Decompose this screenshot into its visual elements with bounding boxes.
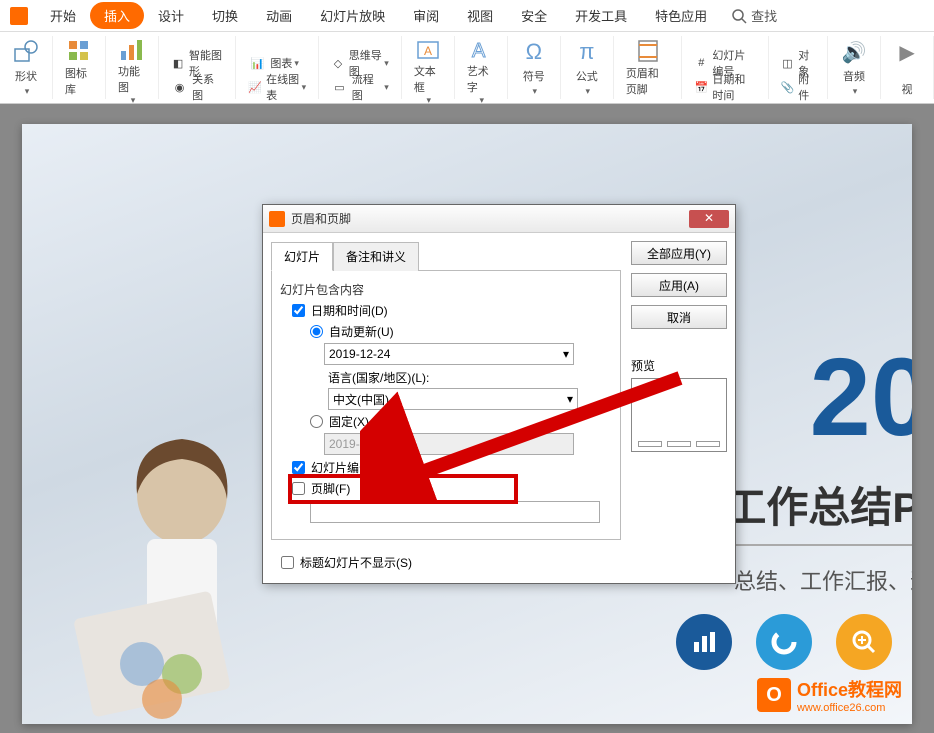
video-button[interactable]: ▶ 视 <box>889 36 925 99</box>
onlinechart-icon: 📈 <box>248 78 262 96</box>
slidenum-icon: # <box>694 54 708 72</box>
dialog-title-text: 页眉和页脚 <box>291 210 689 227</box>
relation-button[interactable]: ◉关系图 <box>167 76 227 98</box>
slidenum-checkbox[interactable] <box>292 461 305 474</box>
tab-view[interactable]: 视图 <box>453 0 507 31</box>
lang-label: 语言(国家/地区)(L): <box>328 369 612 386</box>
attach-icon: 📎 <box>781 78 795 96</box>
preview-label: 预览 <box>631 357 727 374</box>
chevron-down-icon: ▾ <box>563 347 569 361</box>
shapes-button[interactable]: 形状▾ <box>8 36 44 99</box>
apply-button[interactable]: 应用(A) <box>631 273 727 297</box>
attach-button[interactable]: 📎附件 <box>777 76 819 98</box>
funcchart-button[interactable]: 功能图▾ <box>114 35 150 99</box>
dialog-titlebar[interactable]: 页眉和页脚 ✕ <box>263 205 735 233</box>
tab-design[interactable]: 设计 <box>144 0 198 31</box>
watermark: O Office教程网 www.office26.com <box>757 676 902 714</box>
slide-icon-row <box>676 614 892 670</box>
fixed-radio[interactable] <box>310 415 323 428</box>
svg-text:A: A <box>424 44 432 58</box>
footer-checkbox[interactable] <box>292 482 305 495</box>
iconlib-icon <box>65 37 93 65</box>
hide-title-checkbox-row[interactable]: 标题幻灯片不显示(S) <box>281 554 621 571</box>
lang-select[interactable]: 中文(中国) ▾ <box>328 388 578 410</box>
search-icon <box>731 8 747 24</box>
datetime-checkbox-row[interactable]: 日期和时间(D) <box>292 302 612 319</box>
dialog-panel: 幻灯片包含内容 日期和时间(D) 自动更新(U) 2019-12-24 ▾ 语言… <box>271 270 621 540</box>
slide-subtitle: 工作总结PI <box>724 474 912 535</box>
headerfooter-icon <box>634 37 662 65</box>
ribbon-toolbar: 形状▾ 图标库 功能图▾ ◧智能图形 ◉关系图 📊图表▾ 📈在线图表▾ ◇思维导… <box>0 32 934 104</box>
relation-icon: ◉ <box>171 78 188 96</box>
chevron-down-icon: ▾ <box>567 392 573 406</box>
bar-chart-icon <box>676 614 732 670</box>
fixed-date-input: 2019-12-24 <box>324 433 574 455</box>
tab-devtools[interactable]: 开发工具 <box>561 0 641 31</box>
ribbon-tabs: 开始 插入 设计 切换 动画 幻灯片放映 审阅 视图 安全 开发工具 特色应用 … <box>0 0 934 32</box>
date-select[interactable]: 2019-12-24 ▾ <box>324 343 574 365</box>
shapes-icon <box>12 38 40 66</box>
dialog-tab-notes[interactable]: 备注和讲义 <box>333 242 419 271</box>
dialog-close-button[interactable]: ✕ <box>689 210 729 228</box>
svg-text:A: A <box>472 40 486 62</box>
header-footer-dialog: 页眉和页脚 ✕ 幻灯片 备注和讲义 幻灯片包含内容 日期和时间(D) 自动更新(… <box>262 204 736 584</box>
tab-insert[interactable]: 插入 <box>90 2 144 29</box>
watermark-url: www.office26.com <box>797 702 902 714</box>
slidenum-checkbox-row[interactable]: 幻灯片编号(N) <box>292 459 612 476</box>
section-label: 幻灯片包含内容 <box>280 281 612 298</box>
mindmap-icon: ◇ <box>331 54 345 72</box>
watermark-title: Office教程网 <box>797 680 902 700</box>
chart-icon: 📊 <box>248 54 266 72</box>
video-icon: ▶ <box>893 38 921 66</box>
search-label: 查找 <box>751 6 777 25</box>
symbol-button[interactable]: Ω 符号▾ <box>516 36 552 99</box>
symbol-icon: Ω <box>520 38 548 66</box>
cancel-button[interactable]: 取消 <box>631 305 727 329</box>
audio-icon: 🔊 <box>840 38 868 66</box>
auto-update-radio[interactable] <box>310 325 323 338</box>
flowchart-icon: ▭ <box>331 78 348 96</box>
tab-special[interactable]: 特色应用 <box>641 0 721 31</box>
onlinechart-button[interactable]: 📈在线图表▾ <box>244 76 310 98</box>
smartart-icon: ◧ <box>171 54 185 72</box>
dialog-app-icon <box>269 211 285 227</box>
textbox-button[interactable]: A 文本框▾ <box>410 35 446 99</box>
datetime-checkbox[interactable] <box>292 304 305 317</box>
pie-chart-icon <box>756 614 812 670</box>
apply-all-button[interactable]: 全部应用(Y) <box>631 241 727 265</box>
footer-input[interactable] <box>310 501 600 523</box>
footer-checkbox-row[interactable]: 页脚(F) <box>292 480 612 497</box>
wordart-button[interactable]: A 艺术字▾ <box>463 35 499 99</box>
tab-animation[interactable]: 动画 <box>252 0 306 31</box>
tab-slideshow[interactable]: 幻灯片放映 <box>306 0 399 31</box>
fixed-radio-row[interactable]: 固定(X) <box>310 413 612 430</box>
tab-review[interactable]: 审阅 <box>399 0 453 31</box>
magnify-icon <box>836 614 892 670</box>
dialog-tab-slide[interactable]: 幻灯片 <box>271 242 333 271</box>
hide-title-checkbox[interactable] <box>281 556 294 569</box>
watermark-logo-icon: O <box>757 678 791 712</box>
slide-year: 20 <box>810 334 912 461</box>
tab-security[interactable]: 安全 <box>507 0 561 31</box>
preview-box <box>631 378 727 452</box>
document-icon <box>10 7 28 25</box>
datetime-icon: 📅 <box>694 78 708 96</box>
auto-update-radio-row[interactable]: 自动更新(U) <box>310 323 612 340</box>
object-icon: ◫ <box>781 54 795 72</box>
wordart-icon: A <box>467 37 495 63</box>
funcchart-icon <box>118 37 146 63</box>
formula-icon: π <box>573 38 601 66</box>
datetime-button[interactable]: 📅日期和时间 <box>690 76 759 98</box>
textbox-icon: A <box>414 37 442 63</box>
tab-start[interactable]: 开始 <box>36 0 90 31</box>
headerfooter-button[interactable]: 页眉和页脚 <box>622 35 673 99</box>
formula-button[interactable]: π 公式▾ <box>569 36 605 99</box>
slide-tags: 总结、工作汇报、述 <box>734 564 912 596</box>
iconlib-button[interactable]: 图标库 <box>61 35 97 99</box>
search-button[interactable]: 查找 <box>731 6 777 25</box>
flowchart-button[interactable]: ▭流程图▾ <box>327 76 393 98</box>
audio-button[interactable]: 🔊 音频▾ <box>836 36 872 99</box>
tab-transition[interactable]: 切换 <box>198 0 252 31</box>
